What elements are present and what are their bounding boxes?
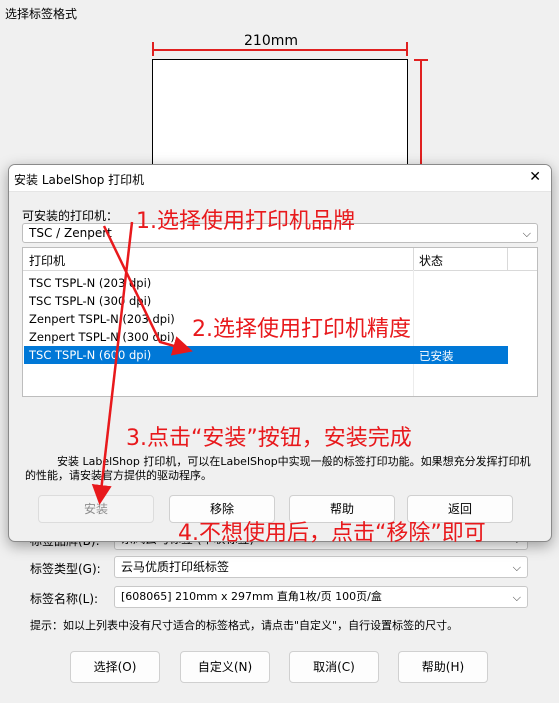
annotation-step2: 2.选择使用打印机精度 — [192, 317, 411, 342]
annotation-step3: 3.点击“安装”按钮，安装完成 — [126, 426, 412, 451]
annotation-arrows — [91, 221, 193, 505]
annotation-step4: 4.不想使用后，点击“移除”即可 — [178, 521, 486, 546]
arrow-to-selected-printer — [102, 225, 193, 356]
annotation-step1: 1.选择使用打印机品牌 — [136, 209, 355, 234]
arrow-to-install-button — [91, 221, 134, 505]
